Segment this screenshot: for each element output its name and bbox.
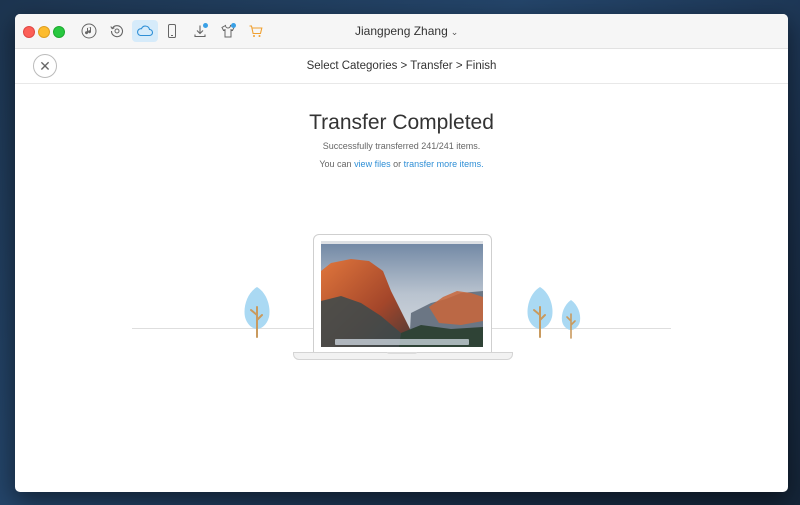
tree-illustration xyxy=(561,300,581,339)
cloud-icon[interactable] xyxy=(132,20,158,42)
view-files-link[interactable]: view files xyxy=(354,159,391,169)
laptop-illustration xyxy=(293,234,513,360)
notification-dot xyxy=(203,23,208,28)
next-actions: You can view files or transfer more item… xyxy=(15,159,788,169)
close-window-button[interactable] xyxy=(23,26,35,38)
phone-icon[interactable] xyxy=(161,20,183,42)
dock xyxy=(335,339,469,345)
history-icon[interactable] xyxy=(106,20,128,42)
tree-illustration xyxy=(527,287,553,338)
menu-bar xyxy=(321,241,483,244)
tshirt-icon[interactable] xyxy=(217,20,239,42)
account-menu[interactable]: Jiangpeng Zhang ⌄ xyxy=(355,24,485,38)
zoom-window-button[interactable] xyxy=(53,26,65,38)
transfer-summary: Successfully transferred 241/241 items. xyxy=(322,141,481,151)
tree-illustration xyxy=(244,287,270,338)
notification-dot xyxy=(231,23,236,28)
download-icon[interactable] xyxy=(189,20,211,42)
app-window: Jiangpeng Zhang ⌄ ✕ Select Categories > T… xyxy=(15,14,788,492)
chevron-down-icon: ⌄ xyxy=(450,27,459,37)
transfer-more-link[interactable]: transfer more items. xyxy=(404,159,484,169)
next-actions-or: or xyxy=(390,159,404,169)
laptop-screen xyxy=(313,234,492,354)
desktop-wallpaper xyxy=(321,241,483,347)
laptop-notch xyxy=(387,352,417,354)
minimize-window-button[interactable] xyxy=(38,26,50,38)
step-bar: ✕ Select Categories > Transfer > Finish xyxy=(15,49,788,84)
music-icon[interactable] xyxy=(78,20,100,42)
page-title: Transfer Completed xyxy=(309,111,494,134)
breadcrumb: Select Categories > Transfer > Finish xyxy=(306,60,497,72)
next-actions-prefix: You can xyxy=(319,159,355,169)
user-name: Jiangpeng Zhang xyxy=(355,24,448,38)
titlebar: Jiangpeng Zhang ⌄ xyxy=(15,14,788,49)
cart-icon[interactable] xyxy=(245,20,267,42)
